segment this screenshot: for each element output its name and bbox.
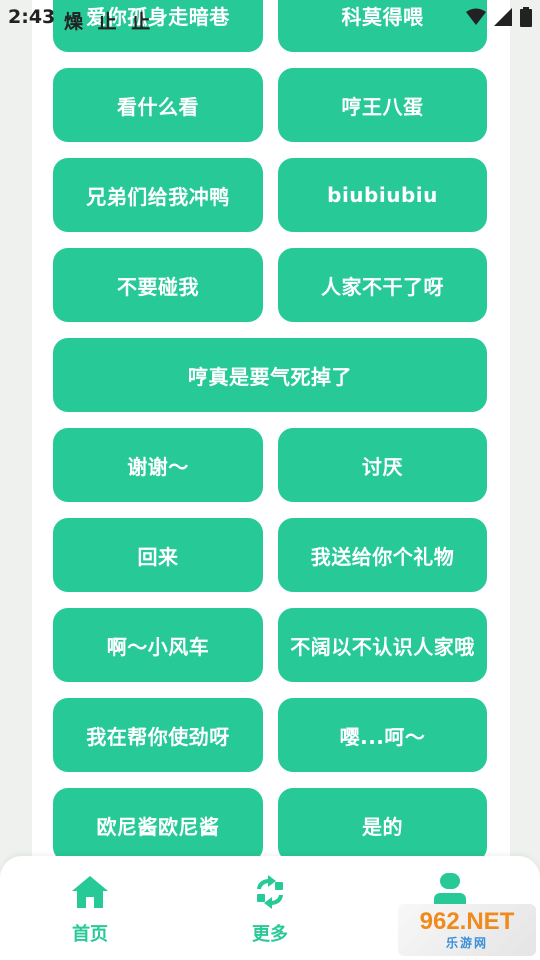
sound-button[interactable]: 我在帮你使劲呀	[53, 698, 263, 772]
sound-button[interactable]: 兄弟们给我冲鸭	[53, 158, 263, 232]
nav-home-label: 首页	[72, 924, 108, 945]
sound-button[interactable]: 啊～小风车	[53, 608, 263, 682]
home-icon	[40, 872, 140, 912]
sound-button[interactable]: 讨厌	[278, 428, 487, 502]
nav-home[interactable]: 首页	[40, 872, 140, 946]
sound-button[interactable]: 嘤...呵～	[278, 698, 487, 772]
watermark-logo: 962.NET 乐游网	[398, 904, 536, 956]
sound-button[interactable]: 是的	[278, 788, 487, 862]
sound-button[interactable]: 看什么看	[53, 68, 263, 142]
refresh-icon	[220, 872, 320, 912]
sound-button[interactable]: biubiubiu	[278, 158, 487, 232]
status-time: 2:43	[8, 6, 56, 28]
sound-button[interactable]: 谢谢～	[53, 428, 263, 502]
watermark-brand: 962.NET	[419, 907, 515, 935]
sound-button[interactable]: 人家不干了呀	[278, 248, 487, 322]
notification-glyphs: 燥 止 止	[64, 11, 155, 33]
wifi-icon	[466, 8, 486, 30]
sound-button[interactable]: 我送给你个礼物	[278, 518, 487, 592]
nav-more[interactable]: 更多	[220, 872, 320, 946]
nav-more-label: 更多	[252, 924, 288, 945]
watermark-sub: 乐游网	[445, 935, 488, 950]
sound-button[interactable]: 哼真是要气死掉了	[53, 338, 487, 412]
battery-icon	[520, 7, 532, 31]
signal-icon	[494, 8, 512, 30]
sound-button[interactable]: 欧尼酱欧尼酱	[53, 788, 263, 862]
sound-button[interactable]: 哼王八蛋	[278, 68, 487, 142]
sound-button[interactable]: 不阔以不认识人家哦	[278, 608, 487, 682]
sound-button[interactable]: 回来	[53, 518, 263, 592]
sound-button[interactable]: 不要碰我	[53, 248, 263, 322]
status-bar: 2:43 燥 止 止	[0, 0, 540, 34]
